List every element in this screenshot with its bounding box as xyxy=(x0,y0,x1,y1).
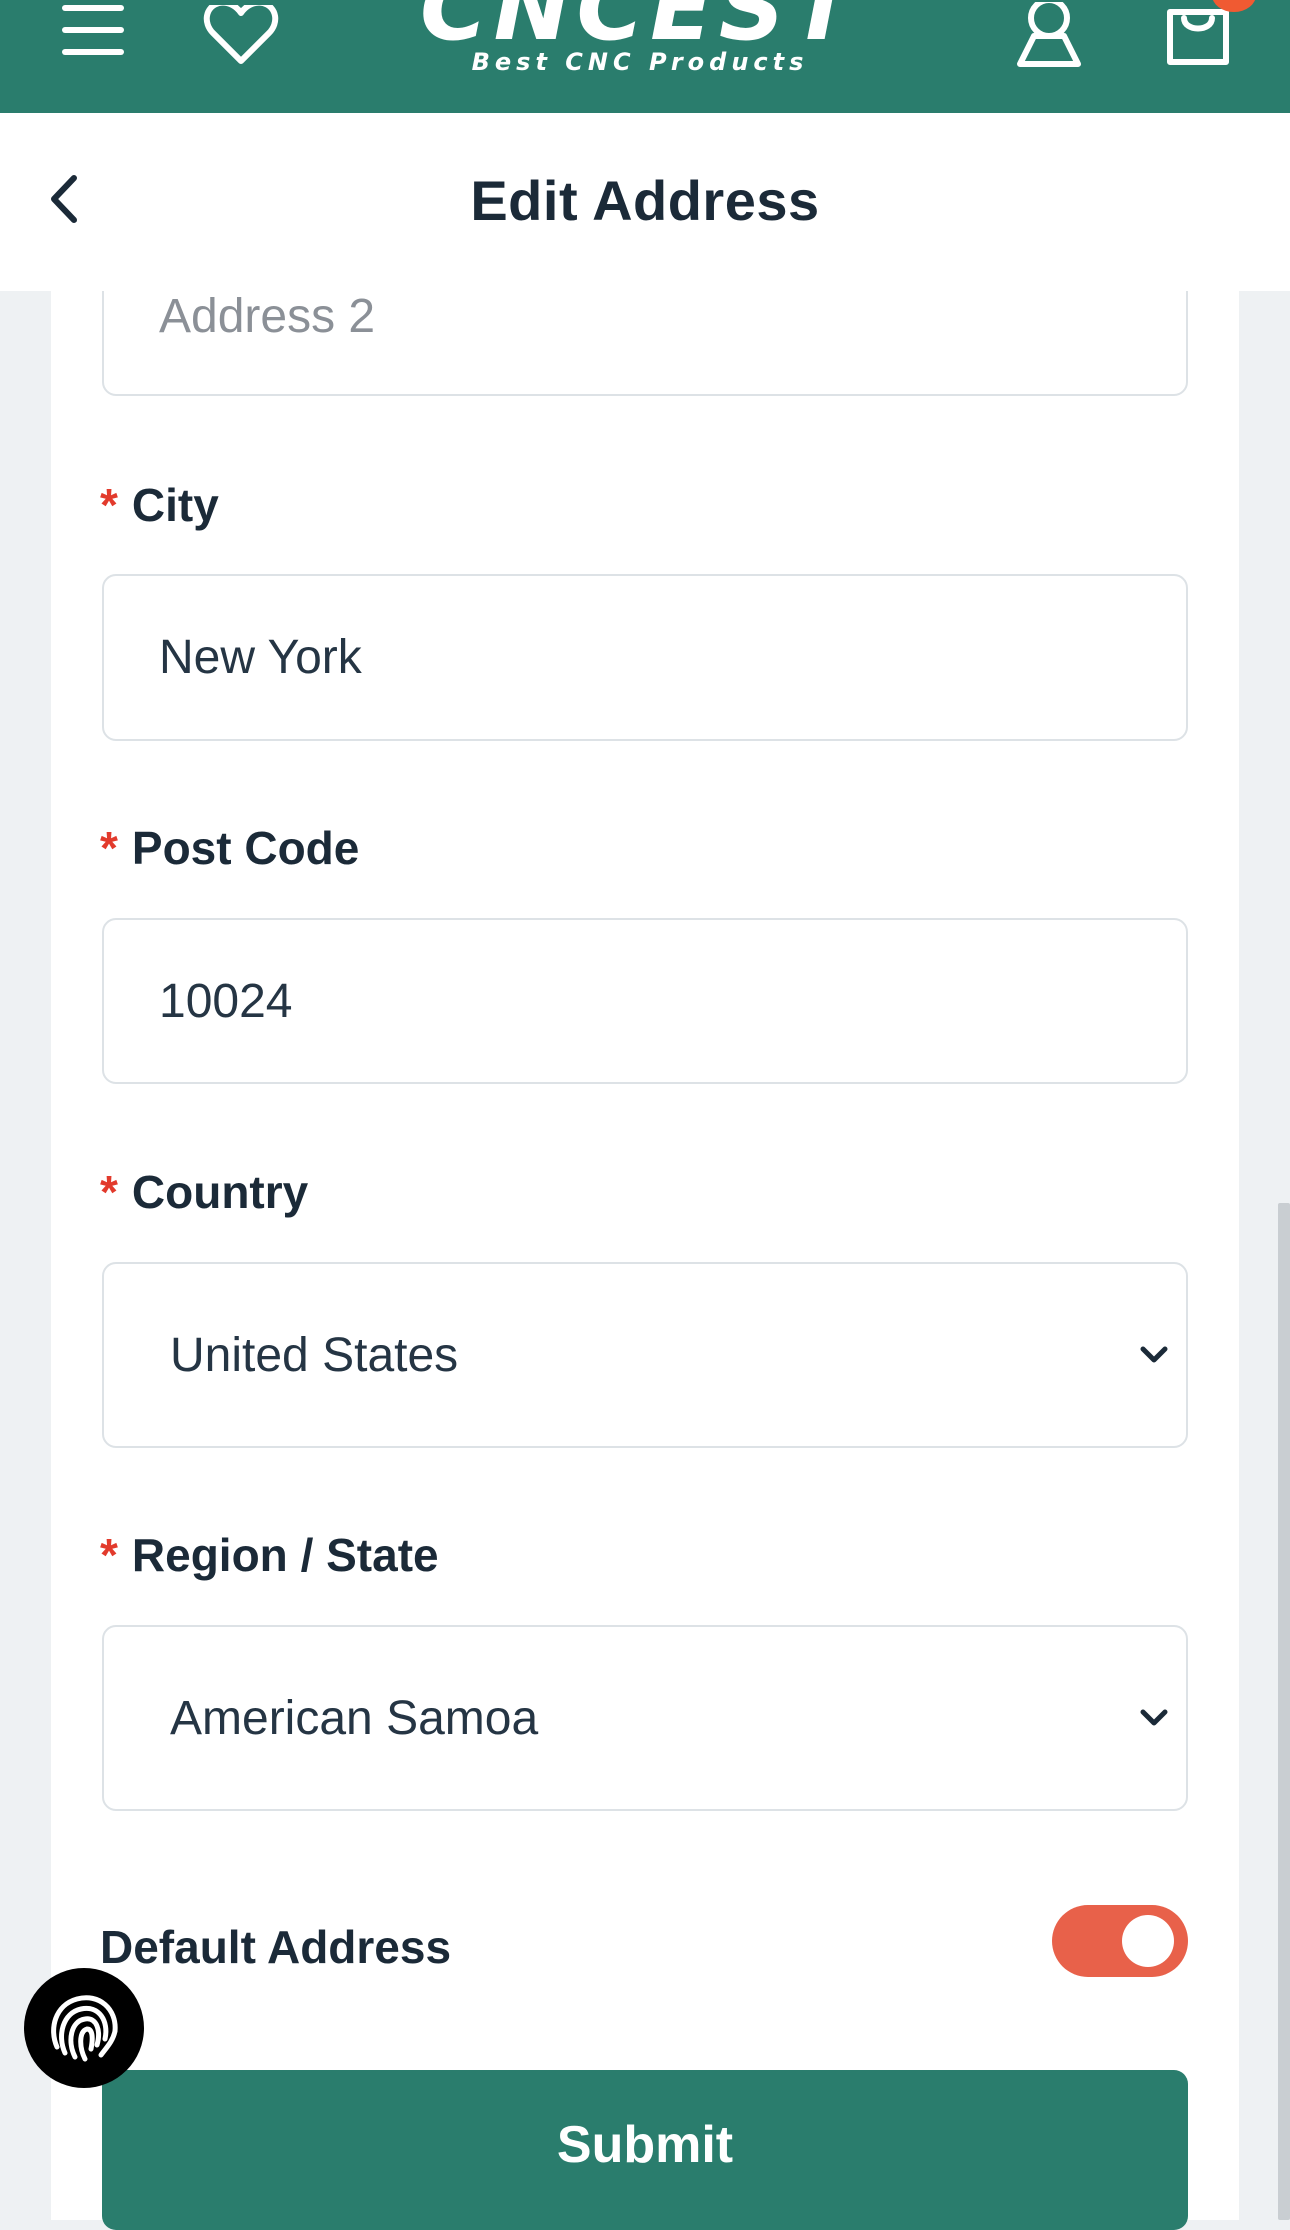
city-label: * City xyxy=(100,475,219,535)
country-select[interactable]: United States xyxy=(102,1262,1188,1448)
toggle-knob xyxy=(1122,1915,1174,1967)
chevron-down-icon xyxy=(1136,1337,1172,1373)
scrollbar[interactable] xyxy=(1278,1203,1290,2220)
account-button[interactable] xyxy=(1004,0,1094,70)
submit-button[interactable]: Submit xyxy=(102,2070,1188,2230)
wishlist-button[interactable] xyxy=(196,0,286,70)
default-address-toggle[interactable] xyxy=(1052,1905,1188,1977)
address2-placeholder: Address 2 xyxy=(159,290,376,343)
page-header: Edit Address xyxy=(0,113,1290,291)
region-label-text: Region / State xyxy=(131,1529,439,1581)
cart-icon xyxy=(1167,9,1229,65)
required-mark: * xyxy=(100,1166,118,1218)
menu-button[interactable] xyxy=(48,0,138,70)
country-label: * Country xyxy=(100,1162,308,1222)
logo-wordmark: CNCEST xyxy=(420,0,860,61)
address-form: Address 2 * City New York * Post Code 1002… xyxy=(51,261,1239,2230)
default-address-label: Default Address xyxy=(100,1921,452,1973)
required-mark: * xyxy=(100,1529,118,1581)
fingerprint-button[interactable] xyxy=(24,1968,144,2088)
required-mark: * xyxy=(100,479,118,531)
post-code-input[interactable]: 10024 xyxy=(102,918,1188,1084)
city-label-text: City xyxy=(131,479,219,531)
user-icon xyxy=(1017,2,1081,67)
heart-icon xyxy=(203,5,279,64)
city-input[interactable]: New York xyxy=(102,574,1188,741)
post-code-label: * Post Code xyxy=(100,818,359,878)
region-label: * Region / State xyxy=(100,1525,439,1585)
menu-icon xyxy=(62,5,124,55)
fingerprint-icon xyxy=(51,1995,118,2062)
country-selected-value: United States xyxy=(170,1328,459,1382)
region-select[interactable]: American Samoa xyxy=(102,1625,1188,1811)
country-label-text: Country xyxy=(131,1166,309,1218)
logo-tagline: Best CNC Products xyxy=(471,48,809,76)
page-title: Edit Address xyxy=(470,169,820,232)
required-mark: * xyxy=(100,822,118,874)
post-code-label-text: Post Code xyxy=(131,822,360,874)
chevron-down-icon xyxy=(1136,1700,1172,1736)
city-value: New York xyxy=(159,631,362,684)
top-navigation-bar: CNCEST Best CNC Products xyxy=(0,0,1290,113)
brand-logo[interactable]: CNCEST Best CNC Products xyxy=(420,0,860,78)
region-selected-value: American Samoa xyxy=(170,1691,539,1745)
post-code-value: 10024 xyxy=(159,974,293,1028)
